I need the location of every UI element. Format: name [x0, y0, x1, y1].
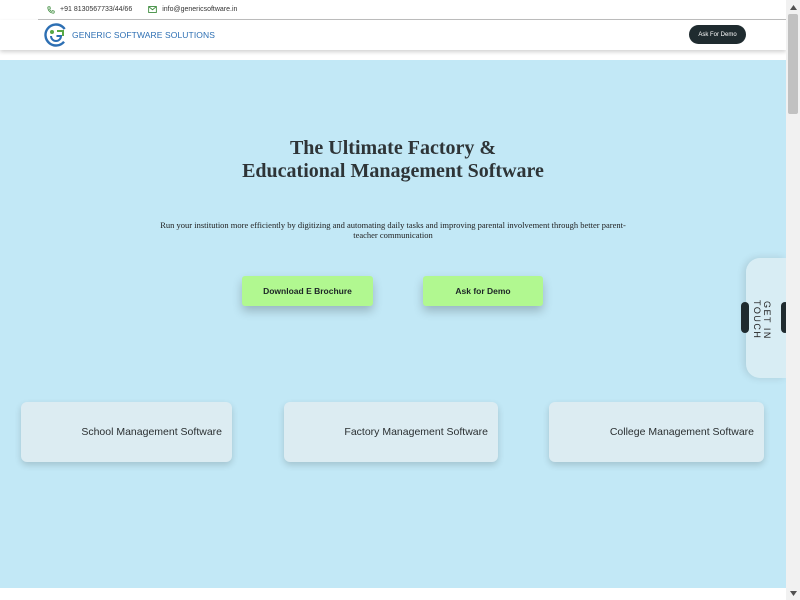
- card-label: College Management Software: [609, 426, 754, 438]
- phone-number: +91 8130567733/44/66: [60, 6, 133, 13]
- download-brochure-button[interactable]: Download E Brochure: [242, 276, 373, 306]
- card-factory-management[interactable]: Factory Management Software: [284, 402, 498, 462]
- card-school-management[interactable]: School Management Software: [21, 402, 232, 462]
- get-in-touch-label[interactable]: GET IN TOUCH: [752, 280, 772, 360]
- phone-icon: [47, 5, 55, 14]
- card-label: School Management Software: [81, 426, 222, 438]
- top-contact-bar: +91 8130567733/44/66 info@genericsoftwar…: [38, 0, 786, 20]
- hero-title: The Ultimate Factory & Educational Manag…: [0, 137, 786, 183]
- vertical-scrollbar[interactable]: [786, 0, 800, 600]
- brand-logo[interactable]: GENERIC SOFTWARE SOLUTIONS: [44, 23, 215, 47]
- email-icon: [148, 6, 158, 13]
- tab-handle-left: [741, 302, 749, 333]
- phone-contact[interactable]: +91 8130567733/44/66: [47, 5, 133, 14]
- scroll-up-button[interactable]: [786, 0, 800, 14]
- brand-name: GENERIC SOFTWARE SOLUTIONS: [72, 30, 216, 40]
- logo-icon: [44, 23, 68, 47]
- email-address: info@genericsoftware.in: [162, 6, 238, 13]
- site-header: GENERIC SOFTWARE SOLUTIONS Ask For Demo: [0, 20, 786, 50]
- scroll-thumb[interactable]: [788, 14, 798, 114]
- hero-subtitle: Run your institution more efficiently by…: [160, 220, 626, 240]
- hero-section: The Ultimate Factory & Educational Manag…: [0, 60, 786, 588]
- page-bottom-strip: [0, 588, 786, 600]
- header-ask-demo-button[interactable]: Ask For Demo: [689, 25, 746, 44]
- hero-title-line-1: The Ultimate Factory &: [289, 137, 497, 159]
- scroll-down-button[interactable]: [786, 586, 800, 600]
- chevron-up-icon: [789, 4, 797, 10]
- get-in-touch-tab[interactable]: GET IN TOUCH: [741, 258, 789, 378]
- hero-title-line-2: Educational Management Software: [242, 160, 544, 182]
- card-college-management[interactable]: College Management Software: [549, 402, 764, 462]
- email-contact[interactable]: info@genericsoftware.in: [148, 6, 237, 13]
- chevron-down-icon: [789, 590, 797, 596]
- ask-for-demo-button[interactable]: Ask for Demo: [423, 276, 543, 306]
- card-label: Factory Management Software: [344, 426, 488, 438]
